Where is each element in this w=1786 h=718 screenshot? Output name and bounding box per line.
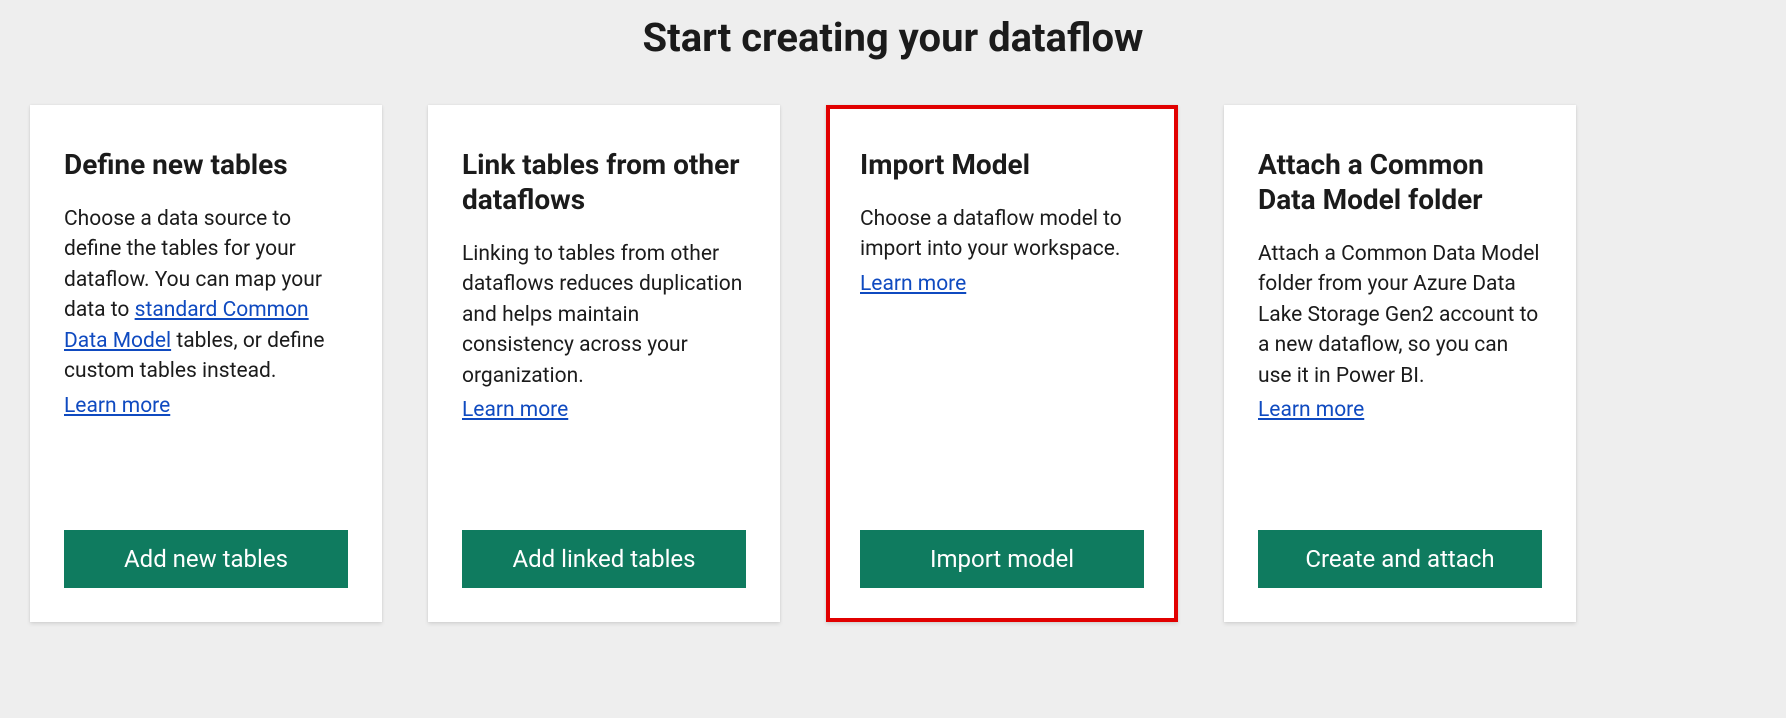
card-title: Import Model <box>860 147 1144 182</box>
card-desc-before: Linking to tables from other dataflows r… <box>462 242 742 388</box>
card-attach-cdm-folder: Attach a Common Data Model folder Attach… <box>1224 105 1576 622</box>
learn-more-link[interactable]: Learn more <box>462 398 568 422</box>
learn-more-link[interactable]: Learn more <box>860 272 966 296</box>
card-desc-before: Attach a Common Data Model folder from y… <box>1258 242 1539 388</box>
card-import-model: Import Model Choose a dataflow model to … <box>826 105 1178 622</box>
card-define-new-tables: Define new tables Choose a data source t… <box>30 105 382 622</box>
card-body: Choose a data source to define the table… <box>64 204 348 518</box>
card-title: Link tables from other dataflows <box>462 147 746 217</box>
learn-more-link[interactable]: Learn more <box>1258 398 1364 422</box>
card-body: Choose a dataflow model to import into y… <box>860 204 1144 518</box>
learn-more-link[interactable]: Learn more <box>64 394 170 418</box>
create-and-attach-button[interactable]: Create and attach <box>1258 530 1542 588</box>
cards-row: Define new tables Choose a data source t… <box>24 105 1762 622</box>
card-body: Attach a Common Data Model folder from y… <box>1258 239 1542 518</box>
card-link-tables: Link tables from other dataflows Linking… <box>428 105 780 622</box>
page-title: Start creating your dataflow <box>24 14 1762 61</box>
card-title: Attach a Common Data Model folder <box>1258 147 1542 217</box>
add-new-tables-button[interactable]: Add new tables <box>64 530 348 588</box>
import-model-button[interactable]: Import model <box>860 530 1144 588</box>
card-desc-before: Choose a dataflow model to import into y… <box>860 207 1122 261</box>
card-title: Define new tables <box>64 147 348 182</box>
card-body: Linking to tables from other dataflows r… <box>462 239 746 518</box>
add-linked-tables-button[interactable]: Add linked tables <box>462 530 746 588</box>
